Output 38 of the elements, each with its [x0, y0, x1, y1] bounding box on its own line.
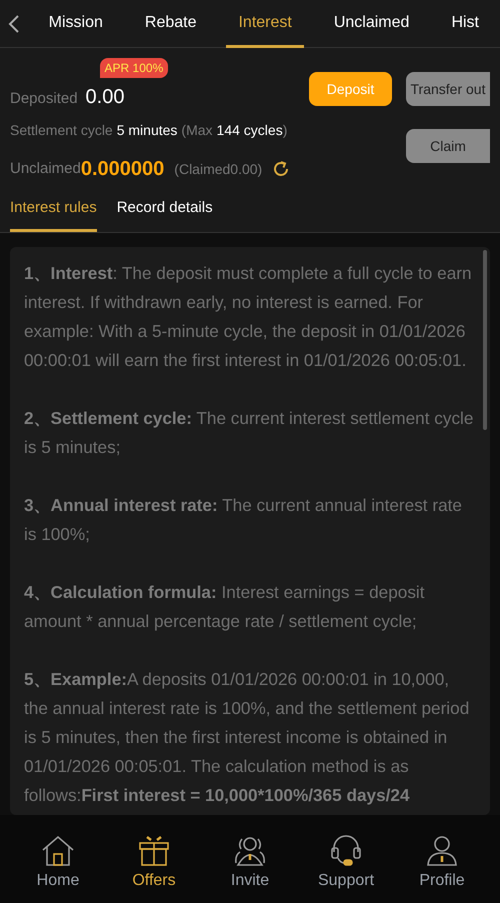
headset-icon [329, 835, 363, 867]
rule-paragraph: 5、Example:A deposits 01/01/2026 00:00:01 in 10,000, the annual interest rate is 100%, and the settlement period is 5 minutes, then the first interest income is obtained in 01/01/2026 00:05:01. The calculation method is as follows:First interest = 10,000*100%/365 days/24 [24, 668, 470, 807]
home-icon [41, 835, 75, 867]
deposited-amount: 0.00 [86, 86, 124, 108]
unclaimed-amount: 0.000000 [80, 157, 164, 182]
nav-item[interactable]: Profile [402, 835, 482, 893]
rule-paragraph: 4、Calculation formula: Interest earnings = deposit amount * annual percentage rate / settlement cycle; [24, 581, 426, 633]
claim-button[interactable]: Claim [406, 129, 490, 163]
sub-tab[interactable]: Interest rules [10, 192, 97, 232]
nav-tab[interactable]: Mission [36, 0, 115, 48]
max-value: 144 cycles [216, 120, 283, 140]
cycle-label: Settlement cycle [10, 120, 113, 140]
unclaimed-label: Unclaimed [10, 158, 81, 179]
nav-tab[interactable]: Hist [439, 0, 491, 48]
rule-paragraph: 2、Settlement cycle: The current interest settlement cycle is 5 minutes; [24, 407, 474, 459]
refresh-icon[interactable] [272, 160, 290, 178]
apr-badge: APR 100% [100, 58, 168, 78]
scrollbar[interactable] [483, 250, 487, 430]
transfer-out-button[interactable]: Transfer out [406, 72, 490, 106]
deposited-label: Deposited [10, 88, 78, 108]
nav-tab[interactable]: Interest [226, 0, 304, 48]
nav-item[interactable]: Offers [114, 835, 194, 893]
gift-icon [137, 835, 171, 867]
sub-tab[interactable]: Record details [116, 192, 213, 232]
nav-tab[interactable]: Rebate [132, 0, 208, 48]
back-icon [8, 14, 20, 34]
claimed-amount: (Claimed0.00) [174, 160, 262, 179]
nav-item[interactable]: Home [18, 835, 98, 893]
cycle-value: 5 minutes [116, 120, 178, 140]
max-label: (Max [181, 120, 213, 140]
person-icon [425, 835, 459, 867]
people-icon [233, 835, 267, 867]
nav-item[interactable]: Support [306, 835, 386, 893]
nav-item[interactable]: Invite [210, 835, 290, 893]
nav-tab[interactable]: Unclaimed [322, 0, 422, 48]
rule-paragraph: 3、Annual interest rate: The current annual interest rate is 100%; [24, 494, 463, 546]
bracket-text: ) [282, 120, 288, 140]
rule-paragraph: 1、Interest: The deposit must complete a full cycle to earn interest. If withdrawn early, no interest is earned. For example: With a 5-minute cycle, the deposit in 01/01/2026 00:00:01 will earn the first interest in 01/01/2026 00:05:01. [24, 262, 473, 372]
